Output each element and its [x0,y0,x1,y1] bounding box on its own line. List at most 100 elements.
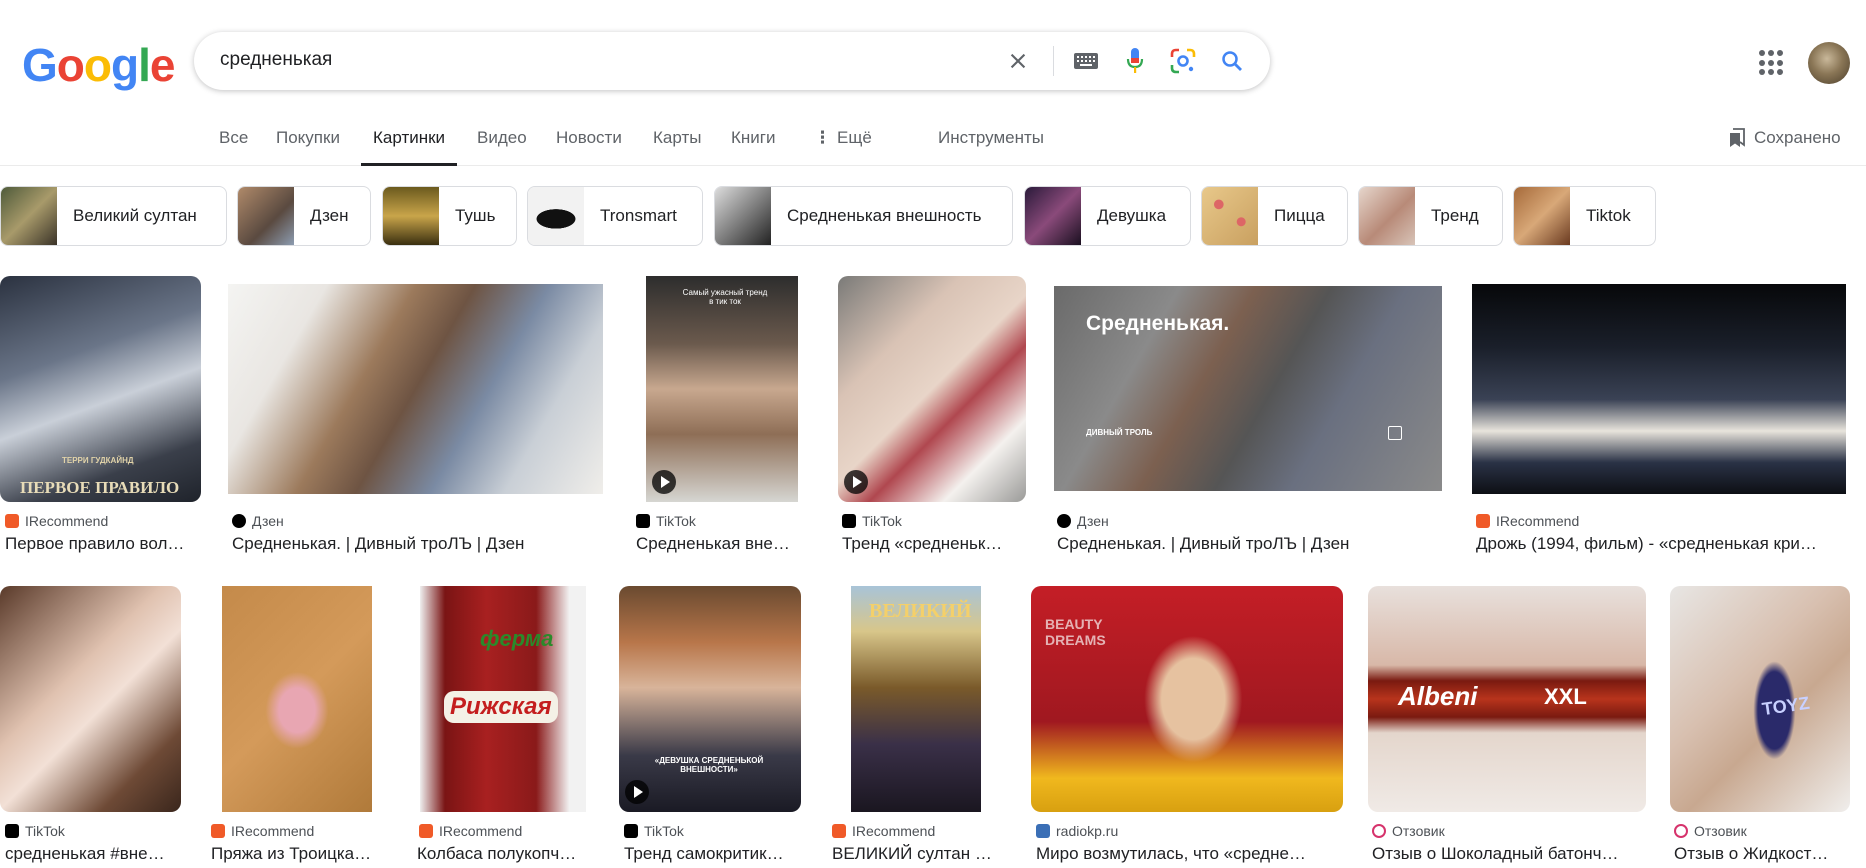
result-source[interactable]: Дзен [232,513,284,529]
result-source[interactable]: TikTok [624,823,684,839]
result-title[interactable]: Отзыв о Шоколадный батонч… [1372,844,1642,864]
google-logo[interactable]: Google [22,38,175,92]
irecommend-icon [211,824,225,838]
tiktok-icon [842,514,856,528]
result-image[interactable]: TOYZ [1670,586,1850,812]
result-title[interactable]: Тренд «средненьк… [842,534,1022,554]
chip-sultan[interactable]: Великий султан [0,186,227,246]
chip-tronsmart[interactable]: Tronsmart [527,186,703,246]
apps-grid-icon[interactable] [1759,50,1785,76]
saved-button[interactable]: Сохранено [1728,128,1841,148]
result-image[interactable] [838,276,1026,502]
result-card[interactable]: TikTok Тренд «средненьк… [838,276,1028,558]
result-title[interactable]: Средненькая. | Дивный троЛЪ | Дзен [232,534,606,554]
result-image[interactable]: «ДЕВУШКА СРЕДНЕНЬКОЙ ВНЕШНОСТИ» [619,586,801,812]
result-title[interactable]: ВЕЛИКИЙ султан … [832,844,1008,864]
chip-pizza[interactable]: Пицца [1201,186,1348,246]
video-play-icon [844,470,868,494]
irecommend-icon [1476,514,1490,528]
result-title[interactable]: Колбаса полукопч… [417,844,595,864]
result-image[interactable]: Самый ужасный тренд в тик ток [646,276,798,502]
video-play-icon [652,470,676,494]
result-source[interactable]: Отзовик [1372,823,1445,839]
result-source[interactable]: TikTok [5,823,65,839]
tab-images[interactable]: Картинки [360,128,458,166]
result-image[interactable]: ферма Рижская [420,586,586,812]
tab-all[interactable]: Все [219,128,248,166]
result-source[interactable]: radiokp.ru [1036,823,1118,839]
result-title[interactable]: Средненькая вне… [636,534,806,554]
search-box[interactable]: средненькая [194,32,1270,90]
chip-average-appearance[interactable]: Средненькая внешность [714,186,1013,246]
result-card[interactable]: Средненькая. ДИВНЫЙ ТРОЛЬ Дзен Средненьк… [1054,276,1444,558]
result-card[interactable]: Дзен Средненькая. | Дивный троЛЪ | Дзен [228,276,606,558]
result-image[interactable]: ТЕРРИ ГУДКАЙНД ПЕРВОЕ ПРАВИЛО [0,276,201,502]
result-card[interactable]: ВЕЛИКИЙ IRecommend ВЕЛИКИЙ султан … [826,586,1016,868]
tab-more[interactable]: ⋮ Ещё [814,128,872,166]
result-image[interactable] [222,586,372,812]
result-title[interactable]: Дрожь (1994, фильм) - «средненькая кри… [1476,534,1840,554]
result-title[interactable]: Пряжа из Троицка… [211,844,387,864]
result-card[interactable]: IRecommend Дрожь (1994, фильм) - «средне… [1472,276,1850,558]
result-source[interactable]: IRecommend [5,513,108,529]
tiktok-icon [624,824,638,838]
chip-thumbnail [238,187,294,245]
result-image[interactable] [228,284,603,494]
tiktok-icon [5,824,19,838]
result-image[interactable] [1472,284,1846,494]
result-title[interactable]: Тренд самокритик… [624,844,800,864]
search-icon[interactable] [1217,46,1247,76]
result-source[interactable]: IRecommend [832,823,935,839]
result-image[interactable]: BEAUTY DREAMS [1031,586,1343,812]
result-image[interactable] [0,586,181,812]
chip-thumbnail [383,187,439,245]
result-source[interactable]: IRecommend [1476,513,1579,529]
chip-girl[interactable]: Девушка [1024,186,1191,246]
tab-maps[interactable]: Карты [653,128,701,166]
result-card[interactable]: TikTok средненькая #вне… [0,586,186,868]
result-source[interactable]: TikTok [636,513,696,529]
result-card[interactable]: IRecommend Пряжа из Троицка… [206,586,396,868]
result-card[interactable]: Самый ужасный тренд в тик ток TikTok Сре… [632,276,812,558]
lens-icon[interactable] [1168,46,1198,76]
result-image[interactable]: Средненькая. ДИВНЫЙ ТРОЛЬ [1054,286,1442,491]
chip-mascara[interactable]: Тушь [382,186,517,246]
result-source[interactable]: IRecommend [419,823,522,839]
result-card[interactable]: «ДЕВУШКА СРЕДНЕНЬКОЙ ВНЕШНОСТИ» TikTok Т… [618,586,808,868]
result-title[interactable]: Миро возмутилась, что «средне… [1036,844,1336,864]
tab-books[interactable]: Книги [731,128,775,166]
tab-shopping[interactable]: Покупки [276,128,340,166]
tab-news[interactable]: Новости [556,128,622,166]
result-source[interactable]: TikTok [842,513,902,529]
more-vert-icon: ⋮ [814,128,831,147]
result-image[interactable]: ВЕЛИКИЙ [851,586,981,812]
related-chips: Великий султан Дзен Тушь Tronsmart Средн… [0,186,1866,246]
saved-label: Сохранено [1754,128,1841,147]
chip-dzen[interactable]: Дзен [237,186,371,246]
result-source[interactable]: Отзовик [1674,823,1747,839]
chip-tiktok[interactable]: Tiktok [1513,186,1656,246]
result-title[interactable]: Отзыв о Жидкост… [1674,844,1852,864]
result-title[interactable]: Средненькая. | Дивный троЛЪ | Дзен [1057,534,1444,554]
search-input[interactable]: средненькая [220,49,332,71]
tools-button[interactable]: Инструменты [938,128,1044,166]
result-card[interactable]: ферма Рижская IRecommend Колбаса полукоп… [412,586,602,868]
keyboard-icon[interactable] [1071,46,1101,76]
result-card[interactable]: BEAUTY DREAMS radiokp.ru Миро возмутилас… [1030,586,1348,868]
result-source[interactable]: Дзен [1057,513,1109,529]
result-title[interactable]: средненькая #вне… [5,844,183,864]
result-source[interactable]: IRecommend [211,823,314,839]
result-image[interactable]: Albeni XXL [1368,586,1646,812]
result-card[interactable]: TOYZ Отзовик Отзыв о Жидкост… [1668,586,1866,868]
result-card[interactable]: Albeni XXL Отзовик Отзыв о Шоколадный ба… [1366,586,1650,868]
header: Google средненькая [0,0,1866,120]
tab-videos[interactable]: Видео [477,128,527,166]
chip-thumbnail [1514,187,1570,245]
result-card[interactable]: ТЕРРИ ГУДКАЙНД ПЕРВОЕ ПРАВИЛО IRecommend… [0,276,210,558]
result-title[interactable]: Первое правило вол… [5,534,205,554]
search-tabs: Все Покупки Картинки Видео Новости Карты… [0,120,1866,166]
close-icon[interactable] [1003,46,1033,76]
avatar[interactable] [1808,42,1850,84]
microphone-icon[interactable] [1120,46,1150,76]
chip-trend[interactable]: Тренд [1358,186,1503,246]
